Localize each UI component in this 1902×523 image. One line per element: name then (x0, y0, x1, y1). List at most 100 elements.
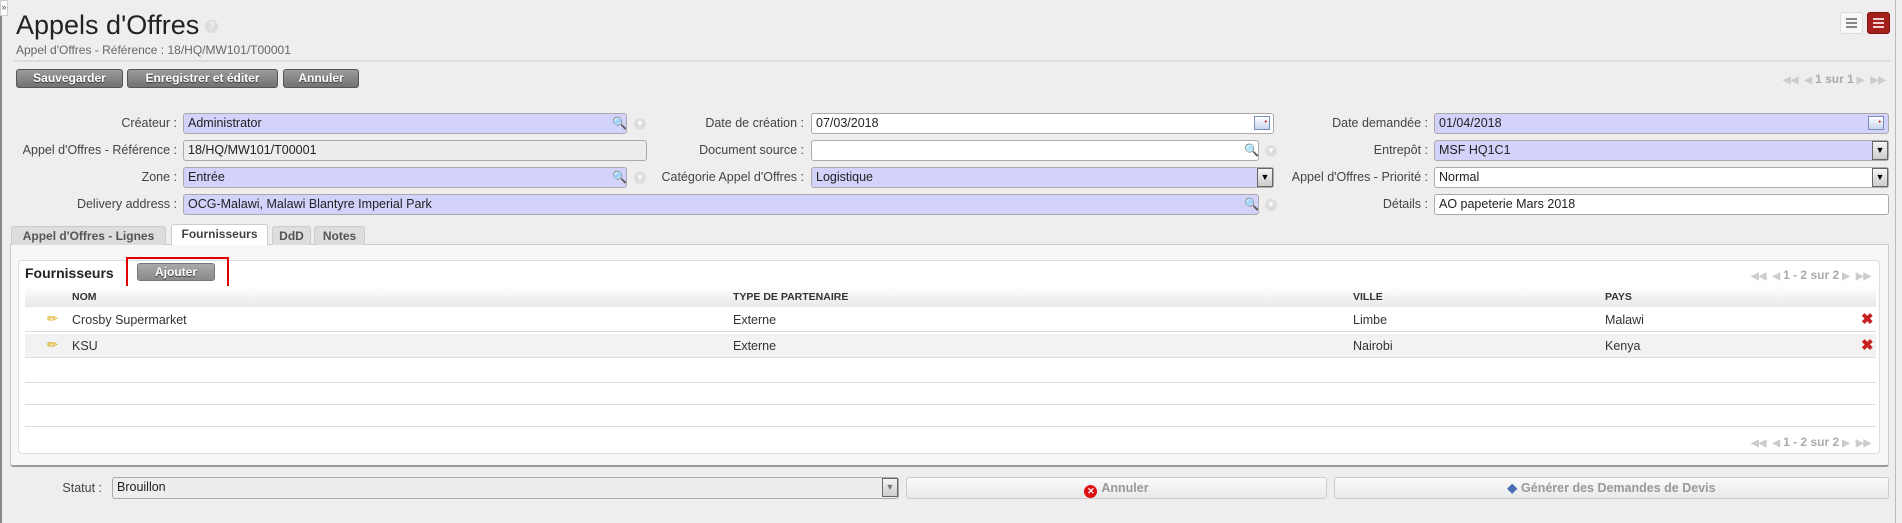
tab-notes[interactable]: Notes (314, 226, 365, 245)
last-icon[interactable]: ▶▶ (1856, 438, 1871, 449)
form-view-button[interactable] (1867, 12, 1890, 34)
prev-icon[interactable]: ◀ (1804, 75, 1812, 86)
details-label: Détails : (1382, 197, 1428, 211)
date-creation-label: Date de création : (705, 116, 804, 130)
first-icon[interactable]: ◀◀ (1783, 75, 1798, 86)
empty-row-line (25, 382, 1876, 383)
search-icon[interactable]: 🔍 (1244, 197, 1259, 211)
save-and-edit-button[interactable]: Enregistrer et éditer (127, 69, 278, 88)
search-icon[interactable]: 🔍 (1244, 143, 1259, 157)
createur-label: Créateur : (121, 116, 177, 130)
status-label: Statut : (62, 481, 102, 495)
delivery-address-field[interactable]: OCG-Malawi, Malawi Blantyre Imperial Par… (183, 194, 1259, 215)
next-icon[interactable]: ▶ (1842, 271, 1850, 282)
sidebar-toggle[interactable]: » (0, 0, 8, 16)
select-arrow-icon[interactable]: ▼ (882, 478, 898, 497)
col-nom[interactable]: NOM (72, 291, 97, 303)
first-icon[interactable]: ◀◀ (1751, 271, 1766, 282)
cell-ville: Nairobi (1353, 339, 1393, 353)
reference-field[interactable]: 18/HQ/MW101/T00001 (183, 140, 647, 161)
search-icon[interactable]: 🔍 (612, 170, 627, 184)
date-demandee-field[interactable]: 01/04/2018 (1434, 113, 1889, 134)
footer-cancel-button[interactable]: ✕ Annuler (906, 477, 1327, 499)
categorie-label: Catégorie Appel d'Offres : (661, 170, 804, 184)
reference-label: Appel d'Offres - Référence : (22, 143, 177, 157)
chevron-down-icon[interactable]: ▼ (1265, 199, 1277, 211)
tab-lignes[interactable]: Appel d'Offres - Lignes (11, 226, 166, 245)
scrollbar[interactable] (1895, 0, 1902, 523)
save-button[interactable]: Sauvegarder (16, 69, 123, 88)
empty-row-line (25, 426, 1876, 427)
generate-icon: ◆ (1507, 481, 1518, 495)
next-icon[interactable]: ▶ (1857, 75, 1865, 86)
zone-field[interactable]: Entrée (183, 167, 627, 188)
suppliers-pager-bottom: ◀◀ ◀ 1 - 2 sur 2 ▶ ▶▶ (1748, 435, 1874, 449)
page-title: Appels d'Offres? (16, 10, 219, 41)
select-arrow-icon[interactable]: ▼ (1872, 168, 1888, 187)
suppliers-pager-top: ◀◀ ◀ 1 - 2 sur 2 ▶ ▶▶ (1748, 268, 1874, 282)
left-border (0, 0, 2, 523)
last-icon[interactable]: ▶▶ (1871, 75, 1886, 86)
table-row[interactable]: ✏ Crosby Supermarket Externe Limbe Malaw… (25, 308, 1876, 332)
help-icon[interactable]: ? (205, 20, 219, 34)
divider (14, 60, 1890, 62)
prev-icon[interactable]: ◀ (1772, 271, 1780, 282)
empty-row-line (25, 404, 1876, 405)
cell-pays: Malawi (1605, 313, 1644, 327)
status-select[interactable]: Brouillon (112, 477, 899, 499)
select-arrow-icon[interactable]: ▼ (1872, 141, 1888, 160)
zone-label: Zone : (141, 170, 177, 184)
cell-type: Externe (733, 313, 777, 327)
categorie-select[interactable]: Logistique (811, 167, 1274, 188)
generate-label: Générer des Demandes de Devis (1521, 481, 1716, 495)
pager-text: 1 - 2 sur 2 (1783, 435, 1840, 449)
col-pays[interactable]: PAYS (1605, 291, 1632, 303)
col-ville[interactable]: VILLE (1353, 291, 1383, 303)
cell-ville: Limbe (1353, 313, 1388, 327)
first-icon[interactable]: ◀◀ (1751, 438, 1766, 449)
cell-pays: Kenya (1605, 339, 1641, 353)
calendar-icon[interactable]: • (1254, 116, 1270, 130)
tab-ddd[interactable]: DdD (272, 226, 311, 245)
priorite-label: Appel d'Offres - Priorité : (1291, 170, 1428, 184)
last-icon[interactable]: ▶▶ (1856, 271, 1871, 282)
date-demandee-label: Date demandée : (1332, 116, 1428, 130)
table-row[interactable]: ✏ KSU Externe Nairobi Kenya ✖ (25, 334, 1876, 358)
cancel-button[interactable]: Annuler (283, 69, 359, 88)
add-supplier-button[interactable]: Ajouter (137, 263, 215, 281)
pager-text: 1 sur 1 (1815, 72, 1854, 86)
next-icon[interactable]: ▶ (1842, 438, 1850, 449)
suppliers-title: Fournisseurs (25, 265, 114, 281)
generate-rfq-button[interactable]: ◆ Générer des Demandes de Devis (1334, 477, 1889, 499)
edit-icon[interactable]: ✏ (47, 337, 58, 353)
col-type[interactable]: TYPE DE PARTENAIRE (733, 291, 848, 303)
createur-field[interactable]: Administrator (183, 113, 627, 134)
select-arrow-icon[interactable]: ▼ (1257, 168, 1273, 187)
footer-cancel-label: Annuler (1101, 481, 1149, 495)
cell-type: Externe (733, 339, 777, 353)
calendar-icon[interactable]: • (1868, 116, 1884, 130)
delete-icon[interactable]: ✖ (1861, 310, 1874, 328)
details-field[interactable]: AO papeterie Mars 2018 (1434, 194, 1889, 215)
pager-text: 1 - 2 sur 2 (1783, 268, 1840, 282)
cell-nom: KSU (72, 339, 98, 353)
page-subtitle: Appel d'Offres - Référence : 18/HQ/MW101… (16, 43, 291, 57)
record-pager: ◀◀ ◀ 1 sur 1 ▶ ▶▶ (1780, 72, 1889, 86)
prev-icon[interactable]: ◀ (1772, 438, 1780, 449)
search-icon[interactable]: 🔍 (612, 116, 627, 130)
delivery-address-label: Delivery address : (76, 197, 177, 211)
priorite-select[interactable]: Normal (1434, 167, 1889, 188)
entrepot-select[interactable]: MSF HQ1C1 (1434, 140, 1889, 161)
list-view-button[interactable] (1840, 12, 1863, 34)
tab-fournisseurs[interactable]: Fournisseurs (171, 224, 268, 245)
document-source-field[interactable] (811, 140, 1259, 161)
chevron-down-icon[interactable]: ▼ (1265, 145, 1277, 157)
delete-icon[interactable]: ✖ (1861, 336, 1874, 354)
cell-nom: Crosby Supermarket (72, 313, 187, 327)
document-source-label: Document source : (699, 143, 804, 157)
edit-icon[interactable]: ✏ (47, 311, 58, 327)
page-title-text: Appels d'Offres (16, 10, 200, 40)
cancel-icon: ✕ (1084, 485, 1098, 498)
date-creation-field[interactable]: 07/03/2018 (811, 113, 1274, 134)
table-header: NOM TYPE DE PARTENAIRE VILLE PAYS (25, 286, 1876, 307)
